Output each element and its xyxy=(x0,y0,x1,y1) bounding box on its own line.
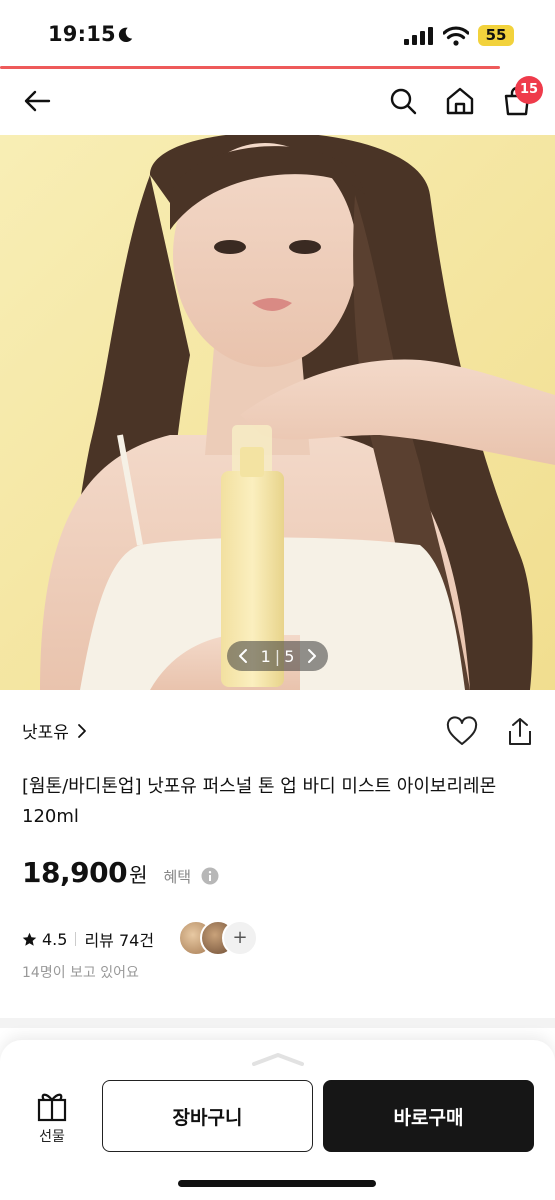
chevron-left-icon[interactable] xyxy=(237,648,249,664)
bottom-action-sheet: 선물 장바구니 바로구매 xyxy=(0,1040,555,1200)
rating-value: 4.5 xyxy=(42,929,68,949)
gift-button[interactable]: 선물 xyxy=(20,1090,84,1160)
chevron-right-icon[interactable] xyxy=(306,648,318,664)
chevron-right-icon xyxy=(78,723,86,738)
brand-link[interactable]: 낫포유 xyxy=(22,718,87,743)
top-nav xyxy=(0,70,555,134)
star-icon xyxy=(22,932,37,946)
image-pager: 1 | 5 xyxy=(227,641,328,671)
pager-count: 1 | 5 xyxy=(261,647,295,666)
benefit-label: 혜택 xyxy=(163,868,192,886)
rating-divider xyxy=(75,932,77,946)
wifi-icon xyxy=(443,26,469,46)
back-arrow-icon xyxy=(24,90,51,112)
gift-label: 선물 xyxy=(39,1129,65,1145)
product-price: 18,900 xyxy=(22,856,128,889)
gift-icon xyxy=(37,1093,67,1122)
price-unit: 원 xyxy=(129,863,148,887)
info-icon xyxy=(201,867,219,885)
cellular-signal-icon xyxy=(404,27,433,45)
chevron-up-icon[interactable] xyxy=(252,1052,304,1066)
back-button[interactable] xyxy=(20,84,54,118)
battery-indicator: 55 xyxy=(478,25,514,46)
review-count: 리뷰 74건 xyxy=(84,931,155,950)
pager-total: 5 xyxy=(284,646,295,666)
search-button[interactable] xyxy=(386,84,420,118)
more-reviews-icon: + xyxy=(222,920,258,956)
viewers-count: 14명이 보고 있어요 xyxy=(22,965,139,981)
home-icon xyxy=(446,87,474,115)
benefit-link[interactable]: 혜택 xyxy=(163,866,219,887)
home-indicator xyxy=(178,1180,376,1187)
status-time: 19:15 xyxy=(48,22,116,46)
status-bar: 19:15 55 xyxy=(0,0,555,68)
product-photo xyxy=(0,135,555,690)
add-to-cart-button[interactable]: 장바구니 xyxy=(102,1080,313,1152)
share-icon[interactable] xyxy=(505,716,535,748)
price-row: 18,900 원 혜택 xyxy=(22,856,219,889)
pager-separator: | xyxy=(274,646,281,666)
cart-count-badge: 15 xyxy=(515,76,543,104)
buy-now-button[interactable]: 바로구매 xyxy=(323,1080,534,1152)
review-photo-thumbnails[interactable]: + xyxy=(178,920,258,956)
brand-name: 낫포유 xyxy=(22,723,69,743)
section-divider xyxy=(0,1018,555,1028)
product-image-carousel[interactable]: 1 | 5 xyxy=(0,135,555,690)
pager-current: 1 xyxy=(260,646,271,666)
heart-icon[interactable] xyxy=(446,716,478,748)
search-icon xyxy=(390,88,417,115)
rating-row[interactable]: 4.5 리뷰 74건 xyxy=(22,922,154,956)
home-button[interactable] xyxy=(443,84,477,118)
page-load-progress xyxy=(0,66,500,69)
moon-icon xyxy=(118,27,133,43)
product-title: [웜톤/바디톤업] 낫포유 퍼스널 톤 업 바디 미스트 아이보리레몬 120m… xyxy=(22,776,497,827)
